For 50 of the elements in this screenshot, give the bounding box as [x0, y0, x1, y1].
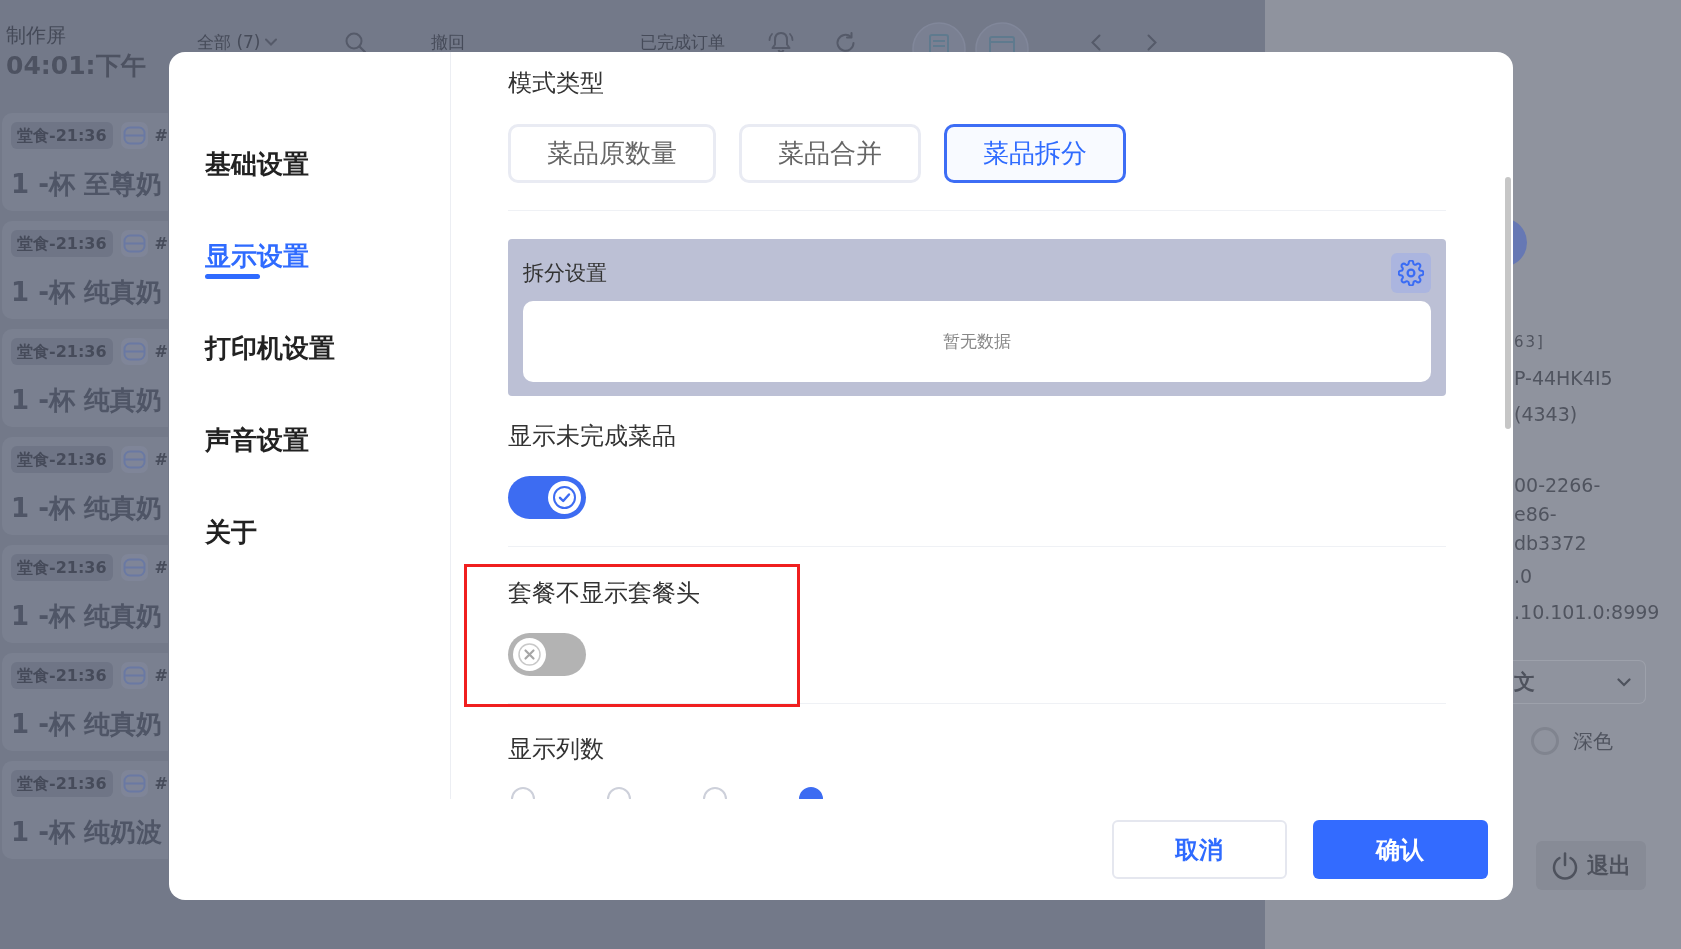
- order-number: #: [154, 342, 168, 361]
- mode-option[interactable]: 菜品原数量: [507, 124, 716, 183]
- info-text: 63]: [1513, 332, 1545, 353]
- order-number: #: [154, 126, 168, 145]
- order-number: #: [154, 450, 168, 469]
- info-text: 00-2266-: [1513, 473, 1601, 498]
- confirm-button[interactable]: 确认: [1312, 820, 1488, 879]
- refresh-icon[interactable]: [835, 31, 857, 53]
- power-icon: [1551, 851, 1579, 880]
- chevron-down-icon: [265, 38, 278, 46]
- nav-tab[interactable]: 声音设置: [204, 394, 309, 486]
- order-number: #: [154, 234, 168, 253]
- setting-label: 套餐不显示套餐头: [507, 578, 700, 608]
- nav-tab[interactable]: 显示设置: [204, 210, 309, 302]
- search-icon[interactable]: [345, 31, 367, 53]
- nav-tab[interactable]: 打印机设置: [204, 302, 335, 394]
- cross-icon: [512, 638, 546, 671]
- chevron-down-icon: [1617, 677, 1631, 687]
- order-number: #: [154, 558, 168, 577]
- info-text: db3372: [1513, 531, 1587, 556]
- info-text: (4343): [1513, 402, 1578, 427]
- bell-icon[interactable]: [768, 31, 795, 53]
- setting-label: 显示列数: [507, 734, 604, 764]
- section-label: 模式类型: [507, 68, 604, 98]
- info-text: P-44HK4I5: [1513, 366, 1613, 391]
- cancel-button[interactable]: 取消: [1111, 820, 1287, 879]
- scrollbar-thumb[interactable]: [1504, 177, 1511, 429]
- panel-title: 拆分设置: [522, 260, 607, 287]
- toggle-switch[interactable]: [507, 633, 586, 676]
- info-text: .10.101.0:8999: [1513, 600, 1660, 625]
- screen-icon[interactable]: [975, 22, 1030, 52]
- setting-label: 显示未完成菜品: [507, 421, 676, 451]
- nav-tab[interactable]: 关于: [204, 486, 257, 578]
- info-text: .0: [1513, 564, 1533, 589]
- chevron-right-icon[interactable]: [1147, 33, 1158, 51]
- settings-icon: [1397, 260, 1424, 286]
- check-icon: [547, 481, 581, 514]
- toggle-switch[interactable]: [507, 476, 586, 519]
- chevron-left-icon[interactable]: [1091, 33, 1102, 51]
- radio-label: 深色: [1573, 727, 1613, 755]
- nav-tab[interactable]: 基础设置: [204, 118, 309, 210]
- settings-button[interactable]: [1390, 253, 1431, 293]
- mode-option[interactable]: 菜品合并: [738, 124, 921, 183]
- info-text: e86-: [1513, 502, 1557, 527]
- logout-button[interactable]: 退出: [1536, 841, 1646, 890]
- order-number: #: [154, 666, 168, 685]
- document-icon[interactable]: [912, 22, 967, 52]
- mode-option[interactable]: 菜品拆分: [943, 124, 1126, 183]
- empty-state: 暂无数据: [522, 301, 1431, 382]
- order-number: #: [154, 774, 168, 793]
